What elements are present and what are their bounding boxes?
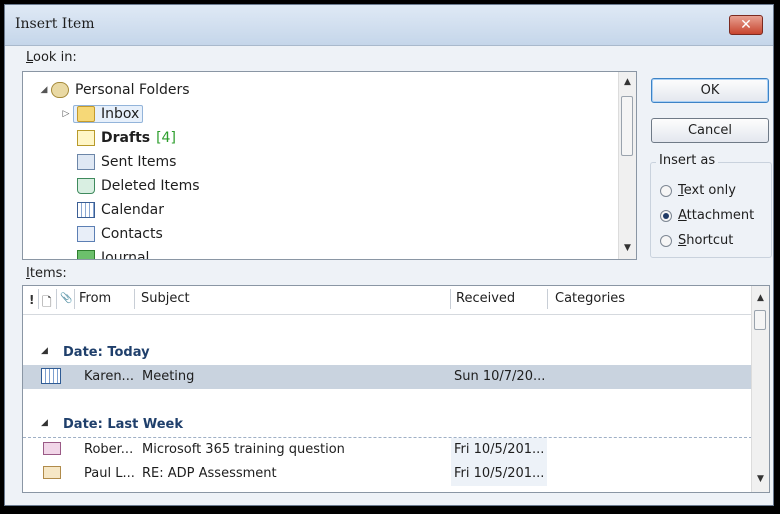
- item-subject: RE: ADP Assessment: [142, 466, 277, 481]
- column-divider: [450, 289, 451, 309]
- attachment-column-icon[interactable]: 📎: [60, 293, 72, 304]
- close-button[interactable]: ✕: [729, 15, 763, 35]
- item-received: Fri 10/5/201...: [454, 466, 545, 481]
- tree-item-sent-items[interactable]: Sent Items: [77, 150, 176, 173]
- group-title: Date: Last Week: [63, 417, 184, 432]
- list-item[interactable]: Karen... Meeting Sun 10/7/20...: [23, 365, 752, 389]
- radio-label: Text only: [678, 183, 736, 198]
- tree-item-deleted-items[interactable]: Deleted Items: [77, 174, 200, 197]
- folder-label: Inbox: [101, 105, 140, 122]
- importance-column-icon[interactable]: !: [29, 293, 34, 307]
- unread-count: [4]: [156, 129, 176, 146]
- item-from: Paul L...: [84, 466, 135, 481]
- journal-icon: [77, 249, 95, 259]
- expand-arrow-icon[interactable]: ▷: [59, 109, 73, 119]
- inbox-folder-icon: [77, 105, 95, 122]
- folder-label: Calendar: [101, 201, 164, 218]
- cancel-button[interactable]: Cancel: [651, 118, 769, 143]
- dialog-title: Insert Item: [15, 16, 95, 32]
- sent-items-icon: [77, 153, 95, 170]
- item-received: Fri 10/5/201...: [454, 442, 545, 457]
- item-from: Karen...: [84, 369, 134, 384]
- folder-scrollbar[interactable]: ▲ ▼: [618, 72, 636, 259]
- calendar-icon: [77, 201, 95, 218]
- items-label: Items:: [26, 266, 67, 281]
- folder-label: Journal: [101, 249, 150, 260]
- radio-text-only[interactable]: Text only: [660, 183, 736, 198]
- collapse-arrow-icon[interactable]: ◢: [41, 346, 48, 356]
- inbox-selection: Inbox: [73, 104, 144, 123]
- radio-label: Shortcut: [678, 233, 734, 248]
- title-bar: Insert Item ✕: [5, 5, 773, 46]
- group-header-today[interactable]: ◢ Date: Today: [23, 341, 752, 365]
- radio-shortcut[interactable]: Shortcut: [660, 233, 733, 248]
- scroll-up-icon[interactable]: ▲: [619, 74, 636, 91]
- tree-item-personal-folders[interactable]: ◢ Personal Folders: [37, 78, 190, 101]
- group-header-last-week[interactable]: ◢ Date: Last Week: [23, 413, 752, 437]
- tree-item-journal[interactable]: Journal: [77, 246, 150, 260]
- folder-label: Contacts: [101, 225, 163, 242]
- column-divider: [74, 289, 75, 309]
- collapse-arrow-icon[interactable]: ◢: [41, 418, 48, 428]
- group-title: Date: Today: [63, 345, 150, 360]
- tree-item-inbox[interactable]: ▷ Inbox: [59, 102, 144, 125]
- column-divider: [134, 289, 135, 309]
- look-in-label: Look in:: [26, 50, 77, 65]
- tree-item-calendar[interactable]: Calendar: [77, 198, 164, 221]
- envelope-icon: [43, 466, 61, 479]
- personal-folders-icon: [51, 81, 69, 98]
- folder-label: Deleted Items: [101, 177, 200, 194]
- items-list[interactable]: ! 🗋 📎 From Subject Received Categories ◢…: [22, 285, 770, 493]
- column-divider: [547, 289, 548, 309]
- column-from[interactable]: From: [79, 291, 111, 306]
- radio-button-icon[interactable]: [660, 184, 672, 197]
- deleted-items-icon: [77, 177, 95, 194]
- column-subject[interactable]: Subject: [141, 291, 190, 306]
- list-item[interactable]: Paul L... RE: ADP Assessment Fri 10/5/20…: [23, 462, 752, 486]
- item-subject: Microsoft 365 training question: [142, 442, 345, 457]
- ok-button[interactable]: OK: [651, 78, 769, 103]
- item-from: Rober...: [84, 442, 134, 457]
- list-item[interactable]: Rober... Microsoft 365 training question…: [23, 438, 752, 462]
- radio-button-selected-icon[interactable]: [660, 209, 672, 222]
- tree-item-contacts[interactable]: Contacts: [77, 222, 163, 245]
- column-header-row: ! 🗋 📎 From Subject Received Categories: [23, 286, 752, 315]
- item-type-column-icon[interactable]: 🗋: [42, 293, 52, 314]
- scroll-up-icon[interactable]: ▲: [752, 290, 769, 307]
- scroll-down-icon[interactable]: ▼: [619, 240, 636, 257]
- column-divider: [56, 289, 57, 309]
- collapse-arrow-icon[interactable]: ◢: [37, 85, 51, 95]
- radio-attachment[interactable]: Attachment: [660, 208, 754, 223]
- items-scrollbar[interactable]: ▲ ▼: [751, 286, 769, 492]
- contacts-icon: [77, 225, 95, 242]
- scroll-thumb[interactable]: [621, 96, 633, 156]
- meeting-request-icon: [41, 368, 61, 384]
- radio-label: Attachment: [678, 208, 755, 223]
- scroll-thumb[interactable]: [754, 310, 766, 330]
- folder-label: Drafts: [101, 129, 151, 146]
- item-received: Sun 10/7/20...: [454, 369, 546, 384]
- scroll-down-icon[interactable]: ▼: [752, 471, 769, 488]
- column-divider: [38, 289, 39, 309]
- envelope-open-icon: [43, 442, 61, 455]
- folder-label: Sent Items: [101, 153, 177, 170]
- item-subject: Meeting: [142, 369, 195, 384]
- drafts-folder-icon: [77, 129, 95, 146]
- column-categories[interactable]: Categories: [555, 291, 625, 306]
- folder-label: Personal Folders: [75, 81, 190, 98]
- folder-tree[interactable]: ◢ Personal Folders ▷ Inbox Drafts [4] Se…: [22, 71, 637, 260]
- radio-button-icon[interactable]: [660, 234, 672, 247]
- insert-as-legend: Insert as: [656, 153, 719, 168]
- column-received[interactable]: Received: [456, 291, 515, 306]
- tree-item-drafts[interactable]: Drafts [4]: [77, 126, 176, 149]
